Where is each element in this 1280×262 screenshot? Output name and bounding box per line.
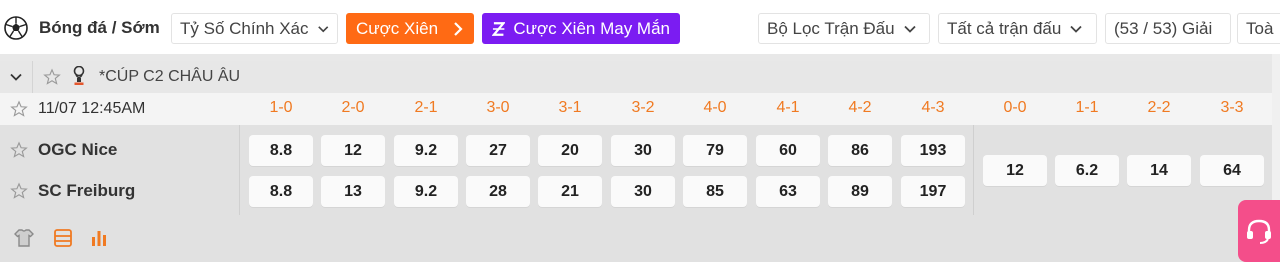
odds-button-draw[interactable]: 64 xyxy=(1200,155,1264,186)
odds-button-away[interactable]: 8.8 xyxy=(249,176,313,207)
chevron-down-icon xyxy=(903,25,916,33)
odds-button-away[interactable]: 197 xyxy=(901,176,965,207)
lucky-parlay-button-label: Cược Xiên May Mắn xyxy=(513,18,670,38)
odds-button-home[interactable]: 8.8 xyxy=(249,135,313,166)
all-matches-label: Tất cả trận đấu xyxy=(947,18,1062,38)
scoreboard-icon[interactable] xyxy=(51,226,75,250)
lucky-z-icon xyxy=(492,21,506,36)
draw-score-label: 1-1 xyxy=(1075,99,1099,116)
chevron-down-icon xyxy=(317,25,328,32)
top-toolbar: Bóng đá / Sớm Tỷ Số Chính Xác Cược Xiên … xyxy=(0,0,1280,54)
score-label: 2-0 xyxy=(341,99,365,116)
score-header-row: 11/07 12:45AM 1-0 2-0 2-1 3-0 3-1 3-2 4-… xyxy=(0,93,1280,125)
market-select[interactable]: Tỷ Số Chính Xác xyxy=(171,13,338,44)
home-team-name: OGC Nice xyxy=(38,140,118,159)
league-divider xyxy=(32,61,33,93)
truncated-tab-label: Toà xyxy=(1246,18,1274,38)
odds-button-home[interactable]: 60 xyxy=(756,135,820,166)
league-count-button[interactable]: (53 / 53) Giải xyxy=(1105,13,1231,44)
score-label: 3-0 xyxy=(486,99,510,116)
league-name: *CÚP C2 CHÂU ÂU xyxy=(99,68,241,85)
europa-league-logo-icon xyxy=(73,66,85,85)
draw-score-label: 2-2 xyxy=(1147,99,1171,116)
odds-button-draw[interactable]: 6.2 xyxy=(1055,155,1119,186)
odds-button-home[interactable]: 12 xyxy=(321,135,385,166)
draw-score-label: 0-0 xyxy=(1003,99,1027,116)
favorite-star-icon[interactable] xyxy=(10,141,28,159)
odds-button-away[interactable]: 85 xyxy=(683,176,747,207)
score-label: 1-0 xyxy=(269,99,293,116)
home-team: OGC Nice xyxy=(0,130,117,170)
odds-button-away[interactable]: 28 xyxy=(466,176,530,207)
odds-button-home[interactable]: 27 xyxy=(466,135,530,166)
truncated-tab-button[interactable]: Toà xyxy=(1237,13,1280,44)
chevron-down-icon xyxy=(1070,25,1082,33)
odds-button-away[interactable]: 13 xyxy=(321,176,385,207)
market-select-label: Tỷ Số Chính Xác xyxy=(180,18,309,38)
odds-button-draw[interactable]: 14 xyxy=(1127,155,1191,186)
odds-button-home[interactable]: 20 xyxy=(538,135,602,166)
score-label: 3-2 xyxy=(631,99,655,116)
odds-button-home[interactable]: 193 xyxy=(901,135,965,166)
soccer-ball-icon xyxy=(4,16,28,40)
odds-button-away[interactable]: 9.2 xyxy=(394,176,458,207)
odds-button-away[interactable]: 89 xyxy=(828,176,892,207)
match-tools-row xyxy=(0,215,1280,262)
match-filter-label: Bộ Lọc Trận Đấu xyxy=(767,18,895,38)
away-team-name: SC Freiburg xyxy=(38,181,136,200)
match-row: OGC Nice SC Freiburg 8.8 12 9.2 27 20 30… xyxy=(0,125,1280,215)
league-header[interactable]: *CÚP C2 CHÂU ÂU xyxy=(0,61,1280,93)
draw-score-label: 3-3 xyxy=(1220,99,1244,116)
favorite-star-icon[interactable] xyxy=(10,182,28,200)
odds-button-home[interactable]: 30 xyxy=(611,135,675,166)
odds-button-away[interactable]: 63 xyxy=(756,176,820,207)
league-count-label: (53 / 53) Giải xyxy=(1114,18,1213,38)
score-label: 4-0 xyxy=(703,99,727,116)
draw-divider xyxy=(973,125,974,215)
score-label: 3-1 xyxy=(558,99,582,116)
match-time-cell: 11/07 12:45AM xyxy=(0,93,240,125)
all-matches-select[interactable]: Tất cả trận đấu xyxy=(938,13,1097,44)
parlay-button[interactable]: Cược Xiên xyxy=(346,13,474,44)
lucky-parlay-button[interactable]: Cược Xiên May Mắn xyxy=(482,13,680,44)
score-label: 2-1 xyxy=(414,99,438,116)
odds-button-home[interactable]: 9.2 xyxy=(394,135,458,166)
odds-button-away[interactable]: 21 xyxy=(538,176,602,207)
lineup-icon[interactable] xyxy=(12,226,36,250)
headset-icon xyxy=(1247,219,1271,244)
teams-cell: OGC Nice SC Freiburg xyxy=(0,125,240,215)
collapse-chevron-icon[interactable] xyxy=(8,69,24,85)
favorite-star-icon[interactable] xyxy=(43,68,61,86)
parlay-button-label: Cược Xiên xyxy=(356,18,439,38)
away-team: SC Freiburg xyxy=(0,171,135,211)
odds-button-home[interactable]: 86 xyxy=(828,135,892,166)
toolbar-separator xyxy=(0,54,1280,61)
score-label: 4-2 xyxy=(848,99,872,116)
match-filter-select[interactable]: Bộ Lọc Trận Đấu xyxy=(758,13,930,44)
score-label: 4-3 xyxy=(921,99,945,116)
page-title: Bóng đá / Sớm xyxy=(39,18,160,37)
chevron-right-icon xyxy=(454,21,463,36)
bar-chart-icon[interactable] xyxy=(87,226,111,250)
match-datetime: 11/07 12:45AM xyxy=(38,100,146,117)
odds-button-away[interactable]: 30 xyxy=(611,176,675,207)
favorite-star-icon[interactable] xyxy=(10,100,28,118)
support-chat-button[interactable] xyxy=(1238,200,1280,262)
odds-button-home[interactable]: 79 xyxy=(683,135,747,166)
score-label: 4-1 xyxy=(776,99,800,116)
odds-button-draw[interactable]: 12 xyxy=(983,155,1047,186)
